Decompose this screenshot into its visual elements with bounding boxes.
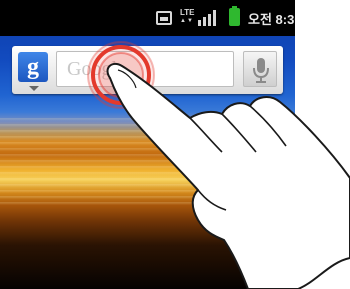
microphone-icon bbox=[253, 58, 269, 83]
voice-search-button[interactable] bbox=[243, 51, 277, 87]
lte-icon: LTE ▲▼ bbox=[180, 8, 195, 25]
google-logo-letter: g bbox=[27, 54, 39, 80]
wallpaper-light-streaks bbox=[0, 118, 295, 208]
status-bar[interactable]: LTE▲▼ 오전 8:30 bbox=[0, 0, 295, 36]
status-time: 오전 8:30 bbox=[248, 12, 295, 27]
google-logo-icon[interactable]: g bbox=[18, 52, 48, 82]
chevron-down-icon bbox=[29, 86, 39, 91]
home-screen: LTE▲▼ 오전 8:30 g Google bbox=[0, 0, 295, 289]
signal-icon bbox=[198, 10, 216, 26]
touch-ring-icon bbox=[87, 41, 155, 109]
battery-icon bbox=[229, 6, 240, 26]
lte-label: LTE bbox=[180, 8, 195, 17]
gallery-icon bbox=[156, 11, 172, 25]
